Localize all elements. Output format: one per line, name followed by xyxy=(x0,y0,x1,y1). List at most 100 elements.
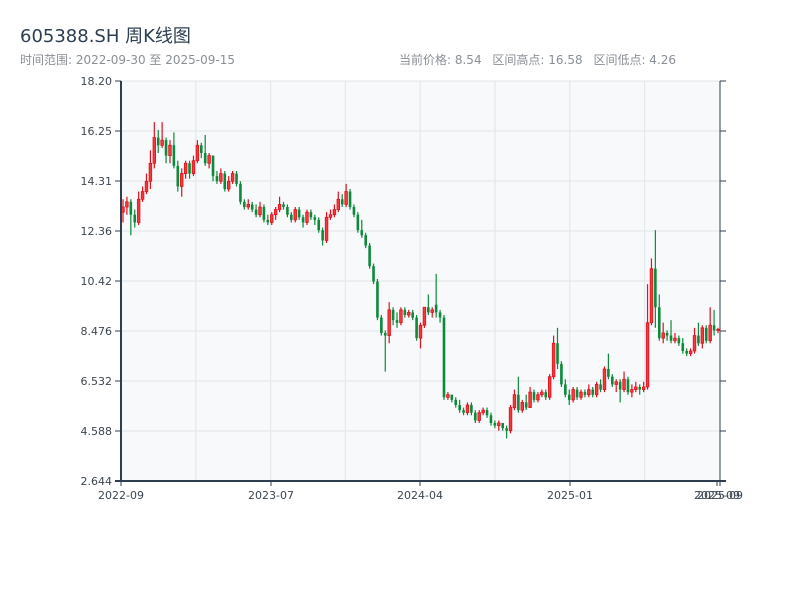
candle-body-up xyxy=(168,144,172,156)
candle-body-down xyxy=(215,176,219,182)
candle-body-down xyxy=(591,389,595,395)
candle-body-down xyxy=(348,191,352,207)
candle-body-down xyxy=(434,304,438,313)
candle-body-up xyxy=(528,391,532,408)
candle-body-up xyxy=(328,214,333,218)
candle-body-down xyxy=(489,415,493,423)
candle-body-down xyxy=(223,173,227,189)
candle-body-down xyxy=(133,214,137,223)
candle-body-down xyxy=(505,428,508,431)
candle-body-up xyxy=(195,144,200,162)
x-tick-label: 2025-09 xyxy=(697,489,743,502)
candle-body-up xyxy=(579,391,583,398)
candle-body-up xyxy=(551,342,556,378)
candle-body-up xyxy=(277,204,282,210)
candle-body-down xyxy=(669,335,673,341)
candle-body-up xyxy=(481,409,485,414)
candle-body-down xyxy=(235,173,238,184)
candle-body-up xyxy=(649,268,654,324)
candle-body-up xyxy=(700,327,705,344)
candle-body-up xyxy=(183,162,188,174)
candle-body-down xyxy=(340,199,344,205)
candle-body-down xyxy=(454,399,458,405)
x-tick-label: 2025-01 xyxy=(547,489,593,502)
candle-body-down xyxy=(395,320,399,323)
candle-body-up xyxy=(324,216,329,241)
candle-body-up xyxy=(273,209,278,216)
candle-body-down xyxy=(474,412,477,421)
candle-body-down xyxy=(262,206,266,220)
candle-body-down xyxy=(176,165,180,187)
candle-body-down xyxy=(364,235,367,246)
candle-body-up xyxy=(270,214,274,223)
candle-body-up xyxy=(645,322,650,388)
candle-body-up xyxy=(180,173,184,187)
candle-body-up xyxy=(673,337,677,342)
candle-body-down xyxy=(321,230,324,241)
candle-body-up xyxy=(246,204,250,208)
candle-body-down xyxy=(376,281,379,318)
candle-body-down xyxy=(517,394,520,411)
x-tick-label: 2024-04 xyxy=(397,489,443,502)
candle-body-down xyxy=(239,183,242,202)
candle-body-down xyxy=(575,389,579,398)
candle-body-up xyxy=(191,160,196,174)
candle-body-down xyxy=(254,209,258,215)
candle-body-down xyxy=(199,145,203,153)
candle-body-up xyxy=(520,402,524,411)
candle-body-up xyxy=(207,155,211,164)
candle-body-down xyxy=(607,368,610,377)
candle-body-down xyxy=(704,327,708,341)
candle-body-up xyxy=(614,381,618,385)
candle-body-down xyxy=(415,317,418,339)
candle-body-down xyxy=(211,155,215,177)
candle-body-up xyxy=(661,332,665,339)
candle-body-down xyxy=(560,363,563,385)
y-tick-label: 10.42 xyxy=(81,275,113,288)
candle-body-down xyxy=(360,230,364,236)
candle-body-up xyxy=(136,198,141,223)
candle-body-down xyxy=(250,204,254,210)
candle-body-up xyxy=(571,389,575,401)
x-tick-label: 2023-07 xyxy=(248,489,294,502)
candle-body-up xyxy=(446,394,450,398)
candle-body-down xyxy=(438,312,442,318)
candle-body-up xyxy=(630,389,634,393)
candlestick-chart: 18.20 16.25 14.31 12.36 10.42 8.476 6.532 4.588… xyxy=(81,75,743,502)
candle-body-down xyxy=(618,381,622,390)
y-tick-label: 6.532 xyxy=(81,375,113,388)
candle-body-up xyxy=(708,324,712,342)
candle-body-up xyxy=(399,309,403,324)
x-tick-label: 2022-09 xyxy=(98,489,144,502)
candle-body-down xyxy=(164,140,168,156)
candle-body-up xyxy=(258,206,262,216)
candle-body-up xyxy=(594,384,599,396)
candle-body-up xyxy=(160,139,164,146)
candle-body-down xyxy=(313,217,317,220)
candle-body-down xyxy=(681,343,685,351)
candle-body-down xyxy=(470,404,473,413)
candle-body-up xyxy=(125,201,129,208)
candle-body-down xyxy=(403,309,407,315)
candle-body-down xyxy=(243,201,246,207)
candle-body-down xyxy=(493,422,497,426)
candle-body-up xyxy=(547,376,552,398)
candle-body-down xyxy=(564,384,567,395)
candle-body-down xyxy=(599,384,602,390)
y-tick-label: 12.36 xyxy=(81,225,113,238)
candle-body-down xyxy=(626,379,630,393)
candle-body-up xyxy=(688,350,693,354)
candle-body-down xyxy=(129,201,133,215)
candle-body-down xyxy=(485,410,489,416)
candle-body-up xyxy=(508,407,513,432)
candle-body-down xyxy=(501,422,505,429)
candle-body-up xyxy=(305,211,309,223)
candle-body-down xyxy=(462,410,465,413)
candle-body-down xyxy=(611,376,614,385)
candle-body-up xyxy=(634,386,638,390)
y-tick-label: 14.31 xyxy=(81,175,113,188)
y-tick-label: 2.644 xyxy=(81,475,113,488)
candle-body-down xyxy=(556,343,559,364)
candle-body-down xyxy=(383,332,387,336)
candle-body-down xyxy=(697,335,700,344)
